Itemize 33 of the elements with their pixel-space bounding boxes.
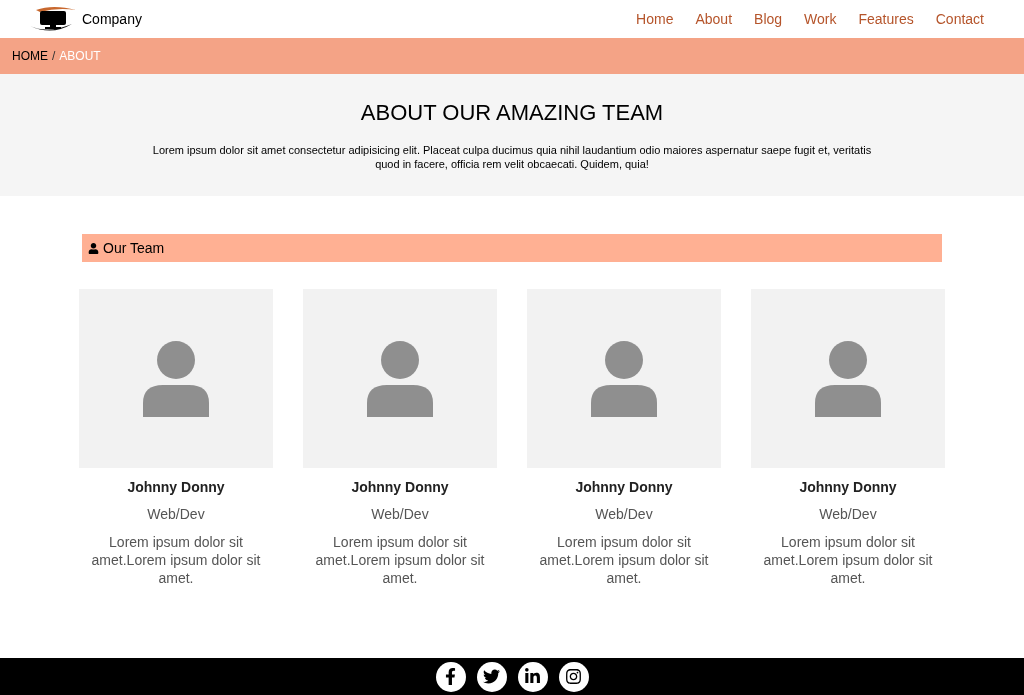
nav-link[interactable]: About: [695, 8, 733, 30]
intro-text: Lorem ipsum dolor sit amet consectetur adipisicing elit. Placeat culpa ducimus quia nihil laudantium odio maiores aspernatur saepe fugit et, veritatis quod in facere, officia rem velit obcaecati. Quidem, quia!: [151, 143, 873, 171]
member-bio: Lorem ipsum dolor sit amet.Lorem ipsum dolor sit amet.: [538, 533, 710, 587]
section-title: Our Team: [103, 238, 165, 258]
twitter-icon[interactable]: [476, 661, 507, 692]
member-bio: Lorem ipsum dolor sit amet.Lorem ipsum dolor sit amet.: [762, 533, 934, 587]
nav-link[interactable]: Work: [804, 8, 837, 30]
nav-link[interactable]: Home: [636, 8, 674, 30]
nav-link[interactable]: Blog: [754, 8, 783, 30]
page-title: ABOUT OUR AMAZING TEAM: [360, 99, 664, 127]
member-name: Johnny Donny: [351, 478, 449, 497]
facebook-icon[interactable]: [435, 661, 466, 692]
nav-link[interactable]: Features: [858, 8, 914, 30]
breadcrumb-link[interactable]: HOME: [12, 47, 48, 65]
person-icon: [815, 340, 881, 417]
linkedin-icon[interactable]: [517, 661, 548, 692]
member-bio: Lorem ipsum dolor sit amet.Lorem ipsum dolor sit amet.: [314, 533, 486, 587]
member-name: Johnny Donny: [575, 478, 673, 497]
member-name: Johnny Donny: [799, 478, 897, 497]
nav-link[interactable]: Contact: [935, 8, 984, 30]
breadcrumb-separator: /: [52, 48, 56, 65]
person-icon: [367, 340, 433, 417]
instagram-icon[interactable]: [558, 661, 589, 692]
member-role: Web/Dev: [147, 505, 205, 524]
brand-name[interactable]: Company: [82, 8, 142, 30]
person-icon: [143, 340, 209, 417]
member-role: Web/Dev: [371, 505, 429, 524]
user-icon: [88, 242, 99, 254]
member-name: Johnny Donny: [127, 478, 225, 497]
member-bio: Lorem ipsum dolor sit amet.Lorem ipsum dolor sit amet.: [90, 533, 262, 587]
member-role: Web/Dev: [595, 505, 653, 524]
person-icon: [591, 340, 657, 417]
member-role: Web/Dev: [819, 505, 877, 524]
